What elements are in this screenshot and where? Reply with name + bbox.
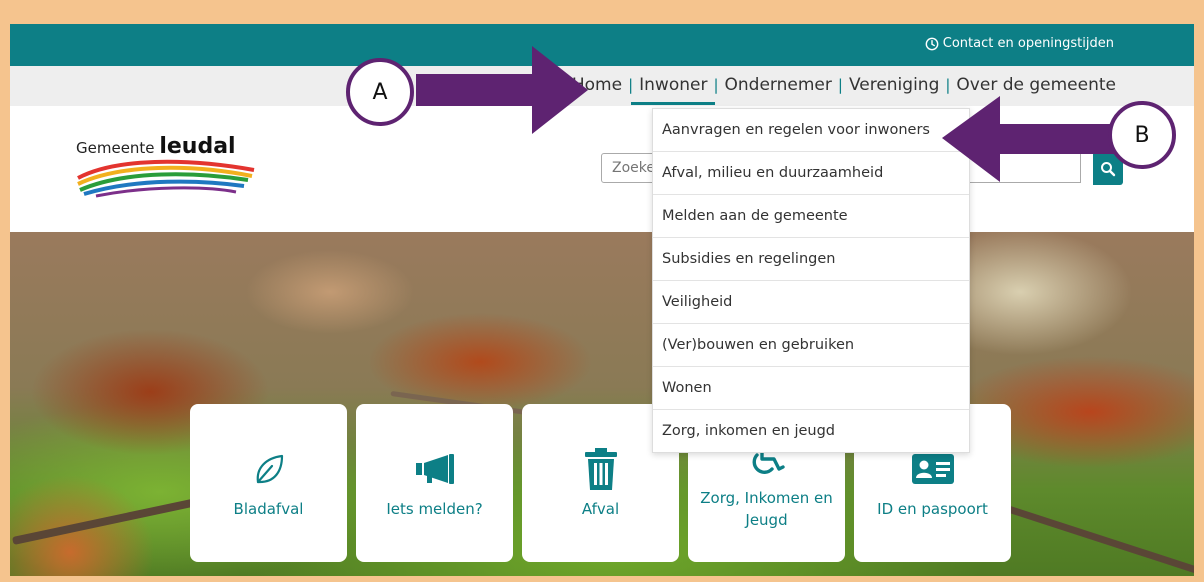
card-bladafval[interactable]: Bladafval	[190, 404, 347, 562]
leaf-icon	[256, 454, 283, 484]
dropdown-item[interactable]: Veiligheid	[653, 281, 969, 324]
trash-icon	[584, 448, 617, 490]
contact-link[interactable]: Contact en openingstijden	[925, 36, 1114, 51]
card-label: ID en paspoort	[877, 500, 988, 518]
annotation-callout-a: A	[346, 58, 414, 126]
dropdown-item[interactable]: Melden aan de gemeente	[653, 195, 969, 238]
contact-label: Contact en openingstijden	[942, 36, 1114, 51]
nav-item-over-de-gemeente[interactable]: Over de gemeente	[956, 75, 1116, 95]
nav-separator: |	[713, 76, 719, 94]
dropdown-item[interactable]: Zorg, inkomen en jeugd	[653, 410, 969, 452]
site-logo[interactable]: Gemeente leudal	[76, 134, 261, 204]
card-label: Afval	[581, 500, 620, 518]
card-iets-melden[interactable]: Iets melden?	[356, 404, 513, 562]
nav-separator: |	[945, 76, 951, 94]
annotation-arrow-b	[942, 96, 1118, 182]
nav-item-ondernemer[interactable]: Ondernemer	[725, 75, 832, 95]
annotation-callout-b: B	[1108, 101, 1176, 169]
card-label: Iets melden?	[386, 500, 483, 518]
dropdown-item[interactable]: Afval, milieu en duurzaamheid	[653, 152, 969, 195]
dropdown-item[interactable]: (Ver)bouwen en gebruiken	[653, 324, 969, 367]
dropdown-item[interactable]: Wonen	[653, 367, 969, 410]
top-bar: Contact en openingstijden	[10, 24, 1194, 66]
nav-item-vereniging[interactable]: Vereniging	[849, 75, 939, 95]
id-card-icon	[911, 454, 954, 484]
inwoner-dropdown-menu: Aanvragen en regelen voor inwoners Afval…	[652, 108, 970, 453]
dropdown-item[interactable]: Subsidies en regelingen	[653, 238, 969, 281]
card-label: Zorg, Inkomen en Jeugd	[700, 489, 833, 529]
dropdown-item[interactable]: Aanvragen en regelen voor inwoners	[653, 109, 969, 152]
annotation-arrow-a	[416, 46, 588, 134]
logo-stripes-icon	[77, 159, 255, 198]
logo-prefix: Gemeente	[76, 139, 155, 157]
nav-separator: |	[628, 76, 634, 94]
card-label: Bladafval	[233, 500, 304, 518]
nav-separator: |	[837, 76, 843, 94]
megaphone-icon	[415, 454, 454, 484]
clock-icon	[925, 37, 939, 50]
nav-item-inwoner[interactable]: Inwoner	[631, 75, 716, 105]
